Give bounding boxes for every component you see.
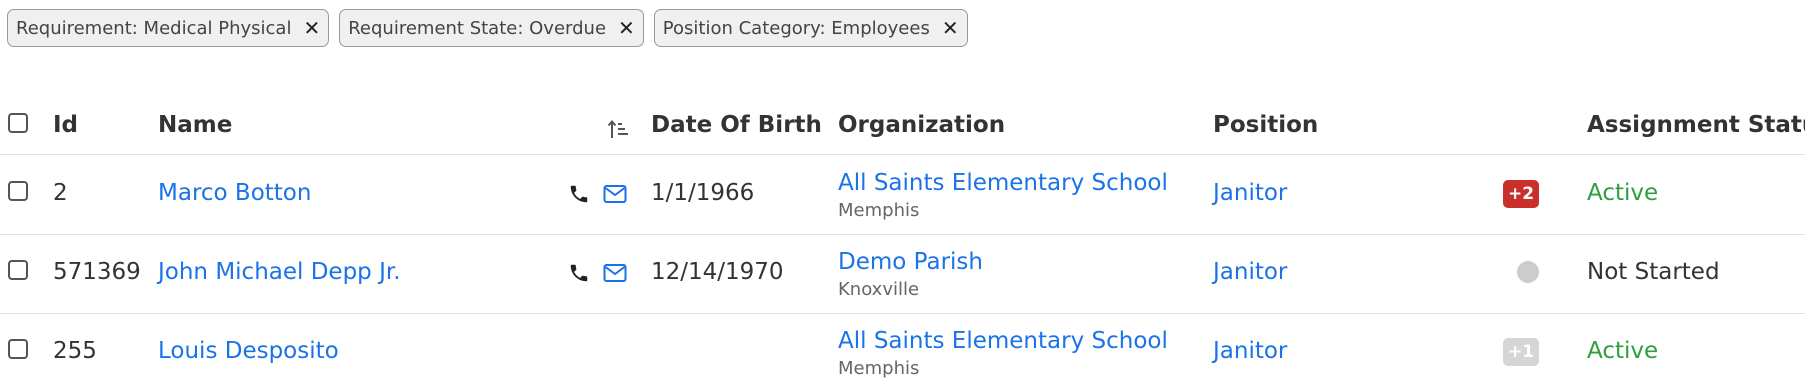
person-name-link[interactable]: Marco Botton [158,180,311,206]
filter-chip-label: Requirement: Medical Physical [16,17,292,39]
organization-city: Memphis [838,200,920,221]
person-name-link[interactable]: Louis Desposito [158,338,339,364]
assignment-status: Not Started [1587,259,1720,285]
filter-chip-label: Requirement State: Overdue [348,17,607,39]
additional-assignments-badge[interactable]: +1 [1503,338,1540,366]
position-link[interactable]: Janitor [1213,180,1287,206]
position-link[interactable]: Janitor [1213,259,1287,285]
row-checkbox[interactable] [8,339,28,359]
row-divider [0,234,1805,235]
organization-link[interactable]: All Saints Elementary School [838,328,1168,354]
assignment-status: Active [1587,180,1659,206]
column-header-assignment-status[interactable]: Assignment Status [1587,112,1805,138]
phone-icon[interactable] [568,183,590,205]
header-divider [0,154,1805,155]
row-checkbox[interactable] [8,260,28,280]
column-header-organization[interactable]: Organization [838,112,1005,138]
row-id: 571369 [53,259,141,285]
select-all-checkbox[interactable] [8,113,28,133]
envelope-icon[interactable] [603,263,627,283]
filter-chip-position-category: Position Category: Employees ✕ [653,9,968,47]
envelope-icon[interactable] [603,184,627,204]
active-filters: Requirement: Medical Physical ✕ Requirem… [7,9,968,47]
organization-link[interactable]: Demo Parish [838,249,983,275]
row-id: 2 [53,180,68,206]
column-header-id[interactable]: Id [53,112,78,138]
status-dot [1517,261,1539,283]
column-header-name[interactable]: Name [158,112,232,138]
close-icon[interactable]: ✕ [942,16,959,40]
assignment-status: Active [1587,338,1659,364]
sort-ascending-icon[interactable] [607,118,629,140]
organization-city: Memphis [838,358,920,379]
date-of-birth: 12/14/1970 [651,259,784,285]
row-id: 255 [53,338,97,364]
column-header-date-of-birth[interactable]: Date Of Birth [651,112,822,138]
position-link[interactable]: Janitor [1213,338,1287,364]
organization-city: Knoxville [838,279,920,300]
column-header-position[interactable]: Position [1213,112,1318,138]
person-name-link[interactable]: John Michael Depp Jr. [158,259,401,285]
close-icon[interactable]: ✕ [618,16,635,40]
row-divider [0,313,1805,314]
filter-chip-label: Position Category: Employees [662,17,930,39]
date-of-birth: 1/1/1966 [651,180,755,206]
phone-icon[interactable] [568,262,590,284]
organization-link[interactable]: All Saints Elementary School [838,170,1168,196]
row-checkbox[interactable] [8,181,28,201]
close-icon[interactable]: ✕ [303,16,320,40]
additional-assignments-badge[interactable]: +2 [1503,180,1540,208]
filter-chip-requirement-state: Requirement State: Overdue ✕ [339,9,644,47]
filter-chip-requirement: Requirement: Medical Physical ✕ [7,9,330,47]
